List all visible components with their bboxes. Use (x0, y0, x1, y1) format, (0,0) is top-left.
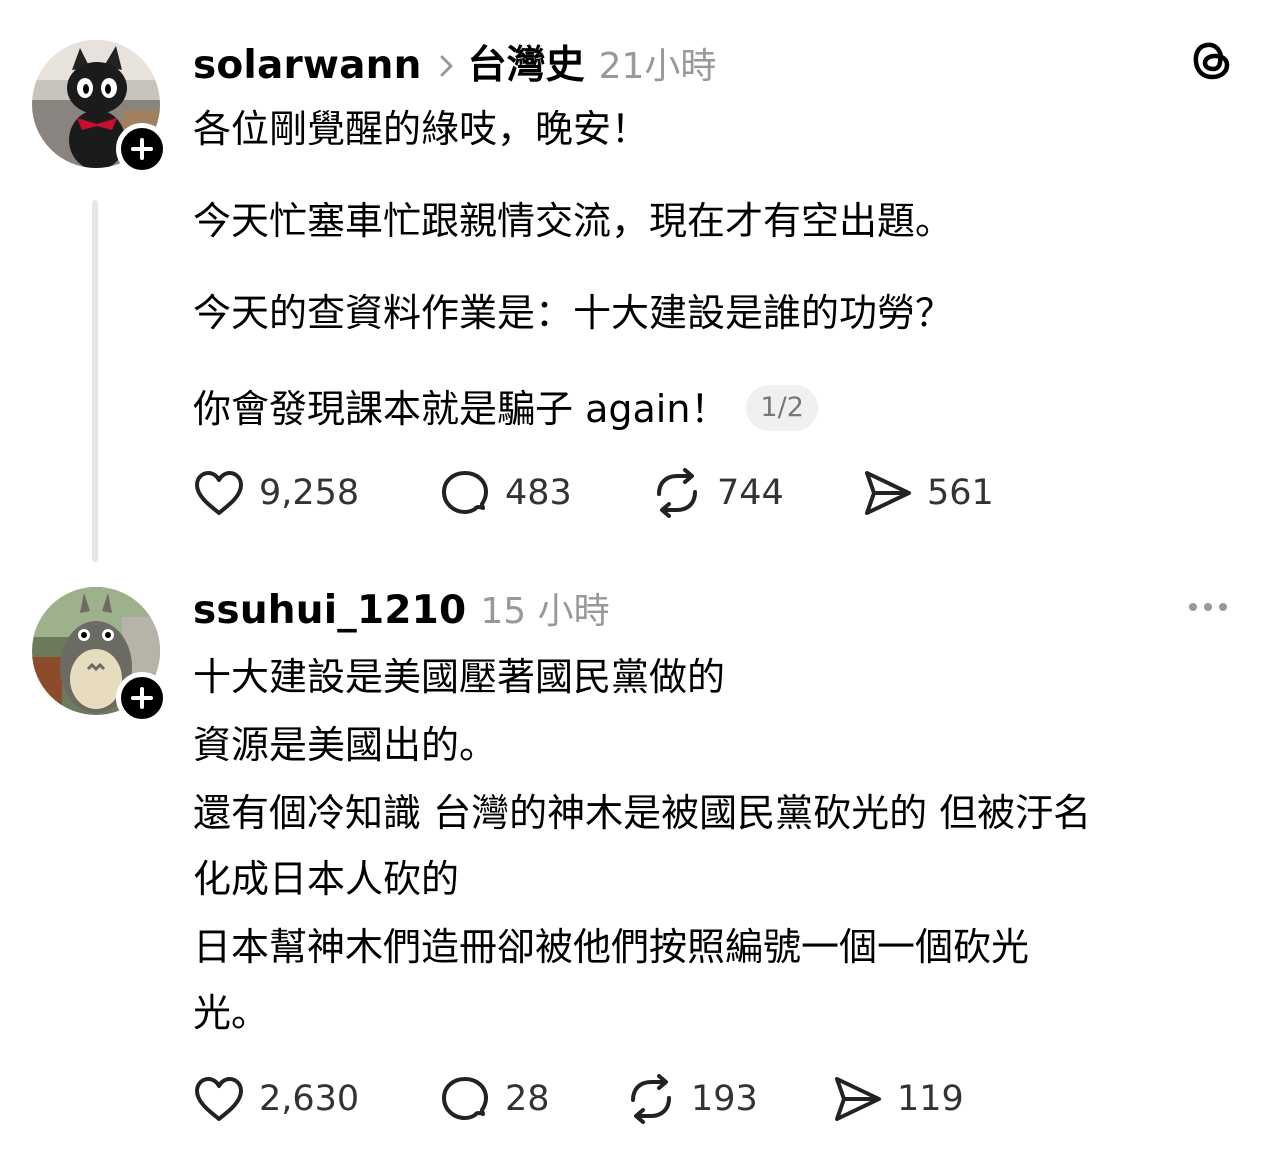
post-paragraph-last: 你會發現課本就是騙子 again！ 1/2 (193, 376, 953, 446)
post-body: 十大建設是美國壓著國民黨做的 資源是美國出的。 還有個冷知識 台灣的神木是被國民… (193, 644, 1091, 1046)
threads-logo-icon[interactable] (1188, 36, 1236, 84)
comment-icon (442, 471, 488, 514)
comment-icon (442, 1077, 488, 1120)
repost-icon (631, 1074, 671, 1124)
post-actions: 2,630 28 193 119 (193, 1074, 964, 1124)
send-icon (865, 471, 911, 515)
chevron-right-icon (440, 54, 454, 82)
post-line: 光。 (193, 991, 270, 1035)
like-button[interactable]: 2,630 (193, 1075, 439, 1123)
send-icon (835, 1077, 881, 1121)
reply-button[interactable]: 28 (439, 1074, 625, 1124)
post-paragraph: 各位剛覺醒的綠吱，晚安！ (193, 107, 650, 151)
like-count: 9,258 (259, 473, 360, 513)
post-line: 日本幫神木們造冊卻被他們按照編號一個一個砍光 (193, 925, 1030, 969)
post-ssuhui: ssuhui_1210 15 小時 十大建設是美國壓著國民黨做的 資源是美國出的… (0, 560, 1284, 1161)
post-line: 還有個冷知識 台灣的神木是被國民黨砍光的 但被汙名 (193, 791, 1092, 835)
post-line: 十大建設是美國壓著國民黨做的 (193, 655, 726, 699)
post-body: 各位剛覺醒的綠吱，晚安！ 今天忙塞車忙跟親情交流，現在才有空出題。 今天的查資料… (193, 96, 953, 446)
share-button[interactable]: 561 (861, 469, 994, 517)
reply-count: 28 (505, 1079, 550, 1119)
share-count: 561 (927, 473, 994, 513)
post-actions: 9,258 483 744 561 (193, 468, 994, 518)
reply-count: 483 (505, 473, 572, 513)
heart-icon (195, 471, 243, 515)
share-button[interactable]: 119 (831, 1075, 964, 1123)
like-button[interactable]: 9,258 (193, 469, 439, 517)
follow-button[interactable] (116, 672, 168, 724)
post-paragraph: 今天的查資料作業是：十大建設是誰的功勞？ (193, 291, 954, 335)
plus-icon (131, 138, 153, 160)
thread-line (92, 200, 98, 562)
post-line: 化成日本人砍的 (193, 857, 460, 901)
post-header: ssuhui_1210 15 小時 (193, 582, 610, 633)
timestamp: 21小時 (598, 46, 717, 87)
post-paragraph-text: 你會發現課本就是騙子 again！ (193, 387, 729, 431)
post-header: solarwann 台灣史 21小時 (193, 34, 716, 88)
more-icon[interactable] (1189, 603, 1227, 611)
topic-tag[interactable]: 台灣史 (468, 34, 585, 90)
page-indicator-badge[interactable]: 1/2 (746, 384, 818, 431)
post-paragraph: 今天忙塞車忙跟親情交流，現在才有空出題。 (193, 199, 954, 243)
heart-icon (195, 1077, 243, 1121)
post-line: 資源是美國出的。 (193, 723, 498, 767)
repost-button[interactable]: 744 (651, 468, 861, 518)
timestamp: 15 小時 (480, 591, 610, 632)
repost-button[interactable]: 193 (625, 1074, 831, 1124)
repost-count: 744 (717, 473, 784, 513)
like-count: 2,630 (259, 1079, 360, 1119)
repost-icon (657, 468, 697, 518)
share-count: 119 (897, 1079, 964, 1119)
plus-icon (131, 687, 153, 709)
username[interactable]: solarwann (193, 43, 422, 88)
username[interactable]: ssuhui_1210 (193, 588, 466, 633)
post-solarwann: solarwann 台灣史 21小時 各位剛覺醒的綠吱，晚安！ 今天忙塞車忙跟親… (0, 0, 1284, 562)
repost-count: 193 (691, 1079, 758, 1119)
reply-button[interactable]: 483 (439, 468, 651, 518)
follow-button[interactable] (116, 123, 168, 175)
